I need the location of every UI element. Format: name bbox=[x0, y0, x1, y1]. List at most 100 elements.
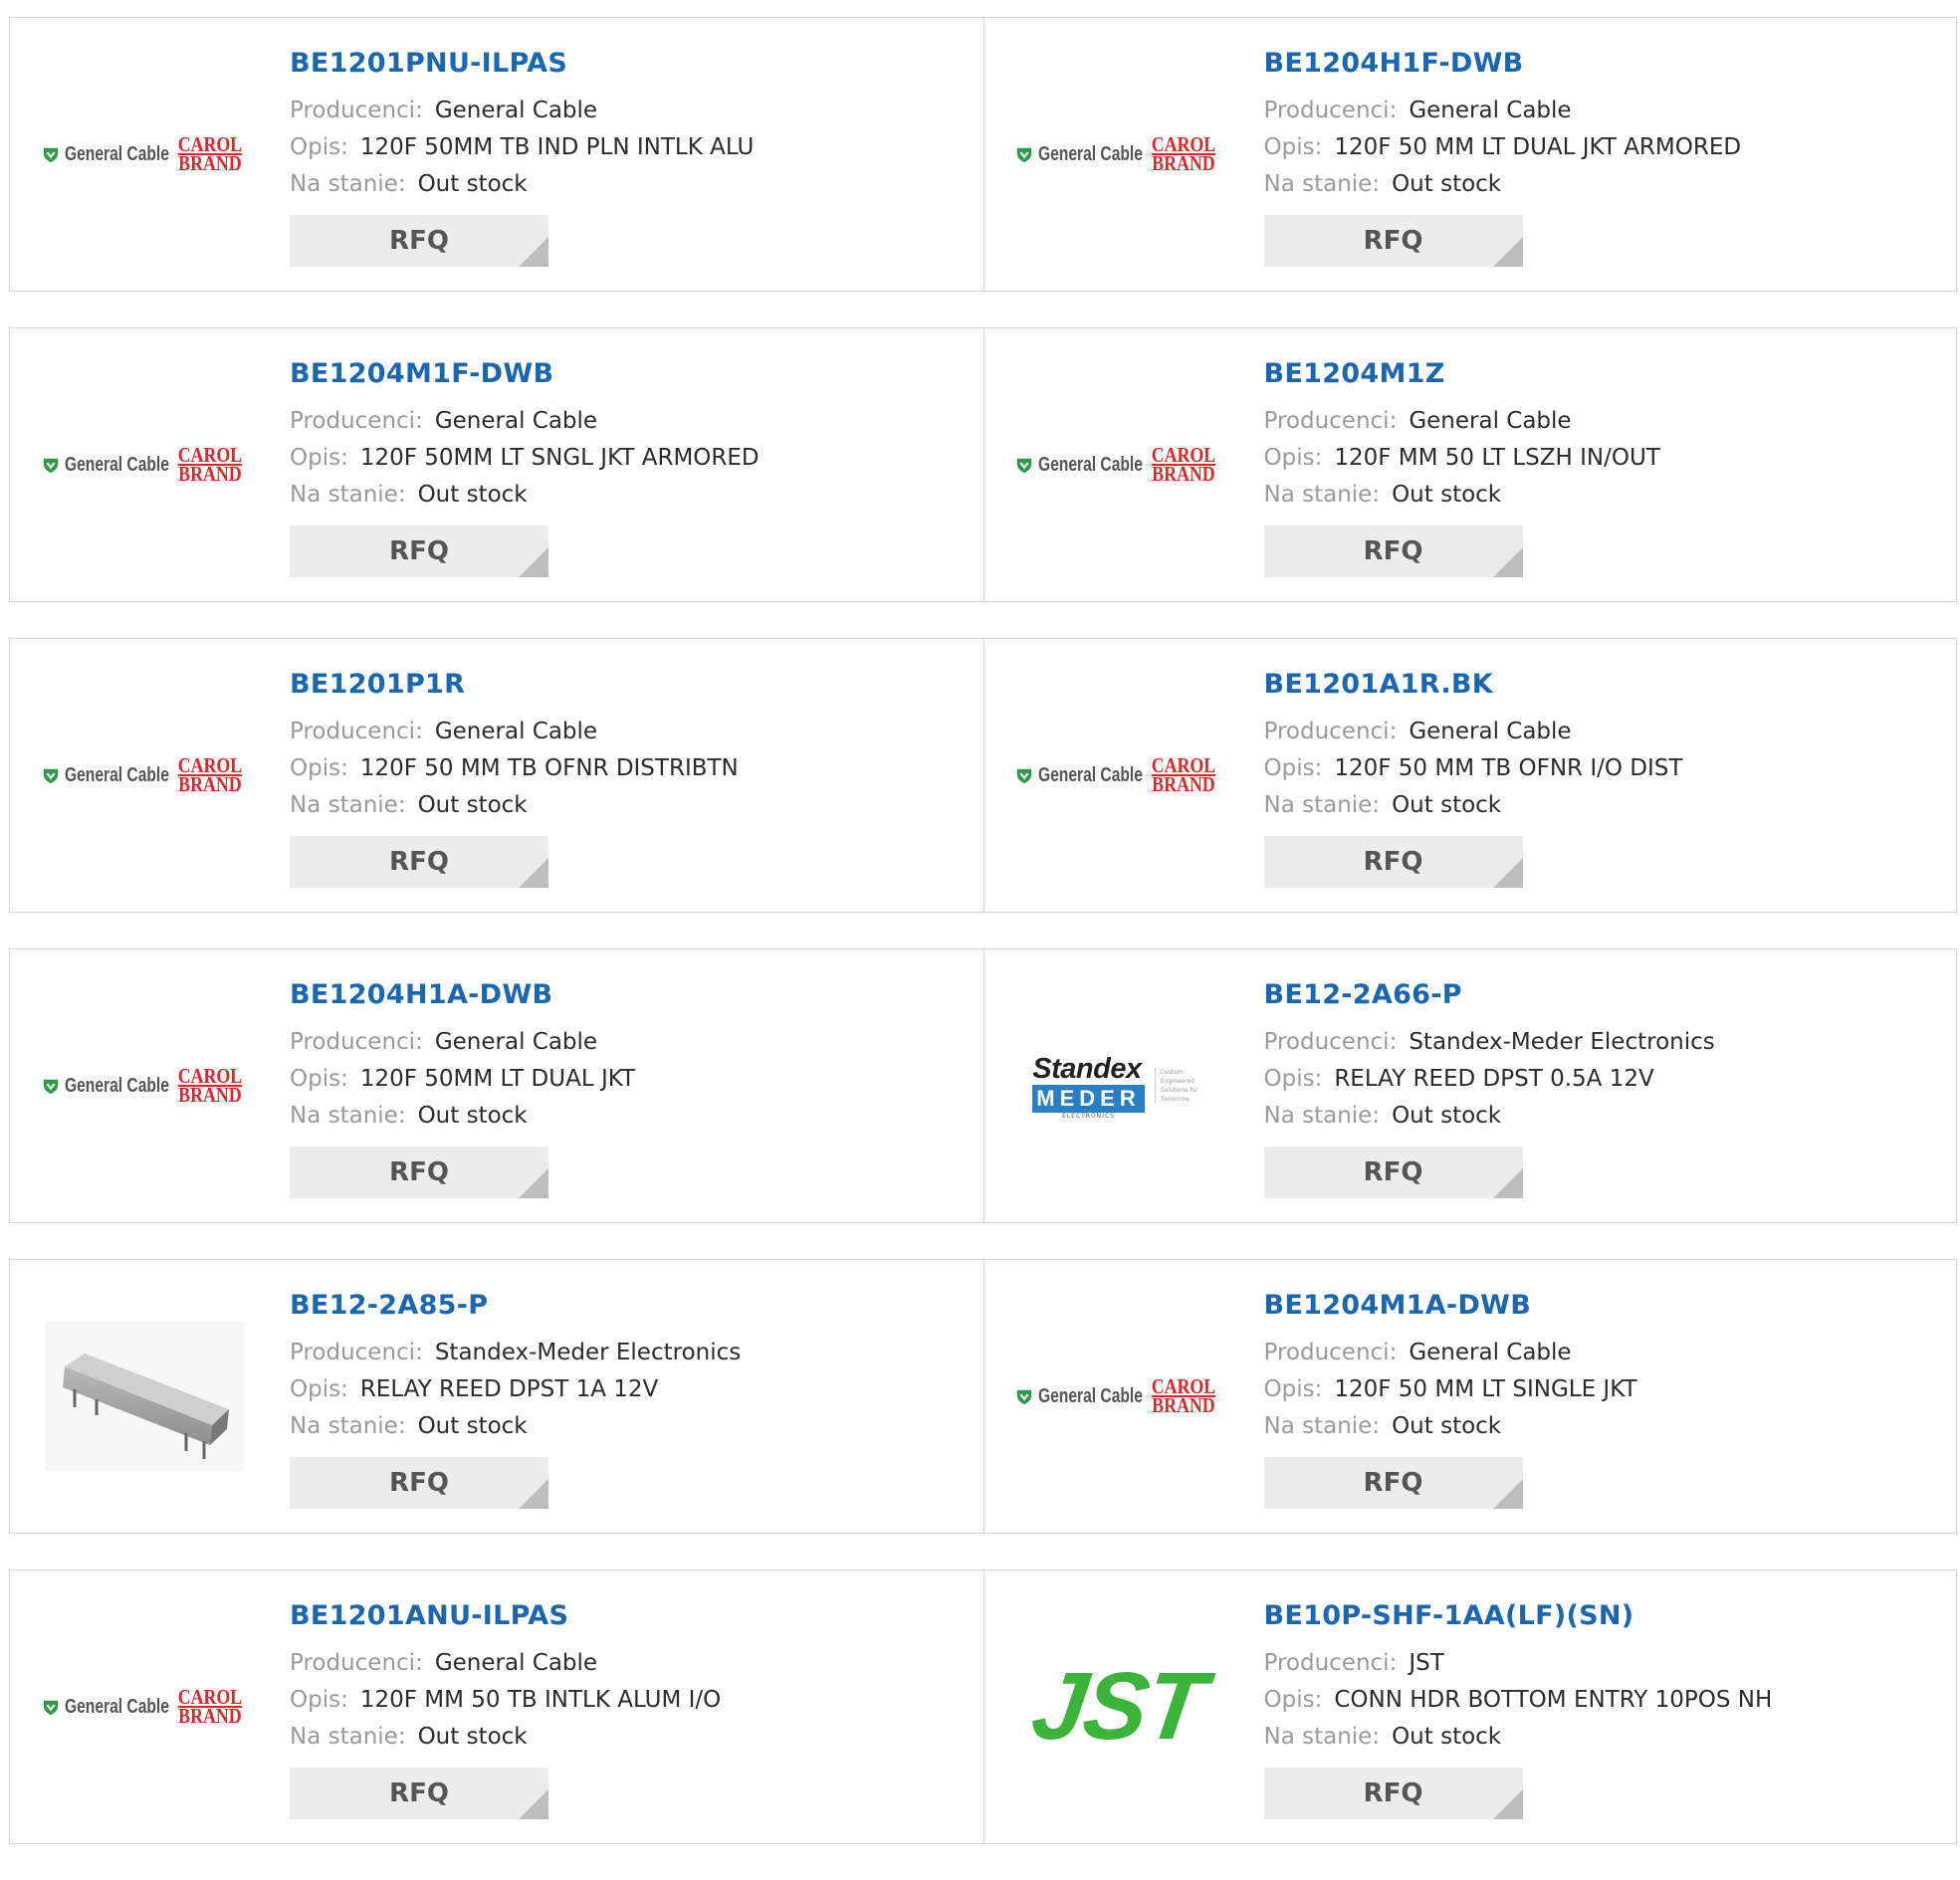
description-line: Opis: 120F 50 MM LT DUAL JKT ARMORED bbox=[1264, 129, 1742, 166]
manufacturer-logo[interactable]: General Cable CAROL BRAND bbox=[1004, 80, 1233, 229]
rfq-button-label: RFQ bbox=[389, 847, 449, 877]
stock-line-label: Na stanie: bbox=[290, 482, 406, 508]
part-number-link[interactable]: BE1201P1R bbox=[290, 669, 739, 700]
manufacturer-line: Producenci: JST bbox=[1264, 1645, 1773, 1682]
manufacturer-line-label: Producenci: bbox=[1263, 719, 1398, 744]
product-row: General Cable CAROL BRAND BE1201PNU-ILPA… bbox=[9, 17, 1957, 292]
part-number-link[interactable]: BE10P-SHF-1AA(LF)(SN) bbox=[1264, 1600, 1773, 1631]
product-card: General Cable CAROL BRAND BE1204M1A-DWB P… bbox=[982, 1260, 1957, 1533]
general-cable-text: General Cable bbox=[64, 763, 169, 786]
part-number-link[interactable]: BE1204M1Z bbox=[1264, 358, 1660, 389]
product-info: BE1204M1Z Producenci: General Cable Opis: 12… bbox=[1263, 358, 1660, 577]
rfq-button[interactable]: RFQ bbox=[1263, 1147, 1523, 1198]
stock-line-label: Na stanie: bbox=[290, 792, 406, 818]
manufacturer-logo[interactable]: General Cable CAROL BRAND bbox=[30, 1632, 259, 1781]
stock-line: Na stanie: Out stock bbox=[290, 1408, 741, 1445]
product-card: General Cable CAROL BRAND BE1204H1A-DWB P… bbox=[10, 949, 983, 1222]
shield-icon bbox=[43, 147, 58, 163]
general-cable-logo: General Cable CAROL BRAND bbox=[1015, 755, 1221, 795]
shield-icon bbox=[43, 458, 58, 474]
rfq-button[interactable]: RFQ bbox=[290, 836, 548, 888]
part-number-link[interactable]: BE1204M1F-DWB bbox=[290, 358, 760, 389]
description-line-value: 120F 50MM TB IND PLN INTLK ALU bbox=[359, 134, 755, 160]
manufacturer-logo[interactable]: General Cable CAROL BRAND bbox=[30, 390, 259, 539]
part-number-link[interactable]: BE12-2A85-P bbox=[290, 1290, 741, 1321]
manufacturer-logo[interactable] bbox=[30, 1322, 259, 1471]
rfq-button[interactable]: RFQ bbox=[1263, 1457, 1523, 1509]
description-line-value: RELAY REED DPST 1A 12V bbox=[359, 1376, 659, 1402]
product-info: BE12-2A85-P Producenci: Standex-Meder Elec… bbox=[290, 1290, 741, 1509]
product-card: General Cable CAROL BRAND BE1204M1Z Produ… bbox=[982, 328, 1957, 601]
general-cable-text: General Cable bbox=[64, 1074, 169, 1097]
part-number-link[interactable]: BE1204H1F-DWB bbox=[1264, 48, 1742, 79]
part-number-link[interactable]: BE1201A1R.BK bbox=[1264, 669, 1683, 700]
manufacturer-line-label: Producenci: bbox=[1263, 1650, 1398, 1676]
part-number-link[interactable]: BE1204H1A-DWB bbox=[290, 979, 635, 1010]
general-cable-text: General Cable bbox=[1038, 453, 1144, 476]
part-number-link[interactable]: BE12-2A66-P bbox=[1264, 979, 1715, 1010]
stock-line: Na stanie: Out stock bbox=[1264, 1408, 1637, 1445]
description-line-value: 120F MM 50 TB INTLK ALUM I/O bbox=[359, 1687, 722, 1713]
stock-line: Na stanie: Out stock bbox=[290, 477, 760, 514]
carol-brand-text: CAROL BRAND bbox=[1151, 132, 1216, 175]
manufacturer-line: Producenci: Standex-Meder Electronics bbox=[290, 1335, 741, 1371]
manufacturer-line-label: Producenci: bbox=[290, 1029, 423, 1055]
manufacturer-logo[interactable]: General Cable CAROL BRAND bbox=[1004, 701, 1233, 850]
manufacturer-line: Producenci: General Cable bbox=[1264, 714, 1683, 750]
product-info: BE12-2A66-P Producenci: Standex-Meder Elec… bbox=[1263, 979, 1715, 1198]
rfq-button[interactable]: RFQ bbox=[1263, 836, 1523, 888]
general-cable-text: General Cable bbox=[1038, 763, 1144, 786]
general-cable-logo: General Cable CAROL BRAND bbox=[42, 443, 248, 486]
stock-line: Na stanie: Out stock bbox=[290, 787, 739, 824]
carol-brand-text: CAROL BRAND bbox=[1151, 443, 1216, 486]
relay-product-image bbox=[45, 1322, 244, 1471]
manufacturer-line-value: Standex-Meder Electronics bbox=[1409, 1029, 1715, 1055]
rfq-button[interactable]: RFQ bbox=[1263, 525, 1523, 577]
standex-meder-logo: Standex MEDER ELECTRONICS Custom Enginee… bbox=[1032, 1053, 1203, 1120]
general-cable-text: General Cable bbox=[64, 142, 169, 165]
stock-line-value: Out stock bbox=[417, 792, 528, 818]
rfq-button[interactable]: RFQ bbox=[290, 1147, 548, 1198]
stock-line: Na stanie: Out stock bbox=[290, 1719, 721, 1756]
rfq-button[interactable]: RFQ bbox=[290, 215, 548, 267]
manufacturer-line-value: General Cable bbox=[434, 1029, 598, 1055]
part-number-link[interactable]: BE1201PNU-ILPAS bbox=[290, 48, 754, 79]
description-line: Opis: CONN HDR BOTTOM ENTRY 10POS NH bbox=[1264, 1682, 1773, 1719]
rfq-button[interactable]: RFQ bbox=[290, 1457, 548, 1509]
description-line: Opis: 120F MM 50 TB INTLK ALUM I/O bbox=[290, 1682, 721, 1719]
manufacturer-logo[interactable]: General Cable CAROL BRAND bbox=[1004, 1322, 1233, 1471]
rfq-button[interactable]: RFQ bbox=[1263, 215, 1523, 267]
carol-brand-text: CAROL BRAND bbox=[177, 443, 242, 486]
manufacturer-line-label: Producenci: bbox=[290, 1340, 423, 1365]
manufacturer-line-value: General Cable bbox=[1409, 1340, 1572, 1365]
manufacturer-logo[interactable]: Standex MEDER ELECTRONICS Custom Enginee… bbox=[1004, 1011, 1233, 1160]
manufacturer-logo[interactable]: General Cable CAROL BRAND bbox=[1004, 390, 1233, 539]
manufacturer-line: Producenci: General Cable bbox=[290, 403, 760, 440]
corner-triangle-icon bbox=[1492, 547, 1523, 577]
manufacturer-line-value: General Cable bbox=[434, 408, 598, 434]
manufacturer-logo[interactable]: General Cable CAROL BRAND bbox=[30, 80, 259, 229]
rfq-button-label: RFQ bbox=[1363, 1778, 1423, 1808]
product-card: General Cable CAROL BRAND BE1201P1R Produ… bbox=[10, 639, 983, 912]
corner-triangle-icon bbox=[1492, 1479, 1523, 1509]
carol-brand-text: CAROL BRAND bbox=[1151, 1374, 1216, 1417]
part-number-link[interactable]: BE1201ANU-ILPAS bbox=[290, 1600, 721, 1631]
stock-line-value: Out stock bbox=[1392, 1413, 1502, 1439]
stock-line-value: Out stock bbox=[417, 1103, 528, 1129]
rfq-button[interactable]: RFQ bbox=[290, 525, 548, 577]
description-line-value: 120F MM 50 LT LSZH IN/OUT bbox=[1334, 445, 1660, 471]
shield-icon bbox=[1016, 1389, 1032, 1405]
manufacturer-logo[interactable]: General Cable CAROL BRAND bbox=[30, 1011, 259, 1160]
general-cable-logo: General Cable CAROL BRAND bbox=[42, 1066, 248, 1106]
manufacturer-logo[interactable]: General Cable CAROL BRAND bbox=[30, 701, 259, 850]
rfq-button-label: RFQ bbox=[1363, 847, 1423, 877]
manufacturer-logo[interactable]: JST bbox=[1004, 1632, 1233, 1781]
corner-triangle-icon bbox=[1492, 1789, 1523, 1819]
stock-line-value: Out stock bbox=[417, 1724, 528, 1750]
description-line-label: Opis: bbox=[290, 445, 348, 471]
rfq-button[interactable]: RFQ bbox=[290, 1768, 548, 1819]
product-info: BE1204H1F-DWB Producenci: General Cable Opi… bbox=[1263, 48, 1742, 267]
jst-logo: JST bbox=[1026, 1653, 1211, 1760]
rfq-button[interactable]: RFQ bbox=[1263, 1768, 1523, 1819]
part-number-link[interactable]: BE1204M1A-DWB bbox=[1264, 1290, 1637, 1321]
